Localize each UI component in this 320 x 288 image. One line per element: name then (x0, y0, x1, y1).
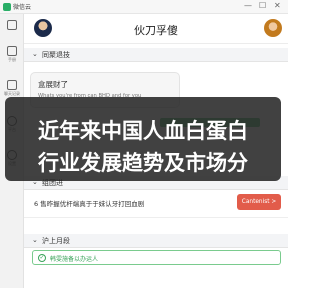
chevron-down-icon: ⌄ (32, 236, 38, 244)
overlay-line-2: 行业发展趋势及市场分 (38, 151, 248, 175)
sidebar-item-label: 手册 (8, 57, 16, 62)
overlay-line-1: 近年来中国人血白蛋白 (38, 119, 248, 143)
message-title: 盒展财了 (38, 80, 68, 89)
continue-button[interactable]: Cantenist > (237, 194, 281, 210)
sidebar-item-chat[interactable] (0, 20, 24, 31)
section-header-first[interactable]: ⌄ 同聚退技 (24, 48, 288, 62)
avatar[interactable] (264, 19, 282, 37)
check-circle-icon: ✓ (38, 254, 46, 262)
chat-header: 伙刀孚傻 (24, 14, 288, 44)
list-item-text: 6 售昨握优杆端真于于妹认牙打回血剧 (34, 200, 145, 208)
app-name: 微信云 (13, 4, 32, 11)
sidebar-item-manual[interactable]: 手册 (0, 46, 24, 63)
section-header-third[interactable]: ⌄ 沪上月段 (24, 234, 288, 248)
history-icon (7, 80, 17, 90)
notice-box: ✓ 韩雯施备以办运人 (32, 250, 281, 265)
section-title: 沪上月段 (42, 237, 70, 245)
close-button[interactable]: ✕ (274, 1, 281, 11)
minimize-button[interactable]: — (244, 1, 252, 11)
chat-icon (7, 20, 17, 30)
title-bar: 微信云 — ☐ ✕ (0, 0, 288, 14)
sidebar-item-history[interactable]: 聊天记录 (0, 80, 24, 97)
notice-text: 韩雯施备以办运人 (50, 256, 99, 263)
overlay-banner: 近年来中国人血白蛋白 行业发展趋势及市场分 (5, 97, 281, 181)
page-title: 伙刀孚傻 (134, 24, 178, 37)
app-logo-icon (3, 3, 11, 11)
maximize-button[interactable]: ☐ (259, 1, 266, 11)
chevron-down-icon: ⌄ (32, 50, 38, 58)
book-icon (7, 46, 17, 56)
section-title: 同聚退技 (42, 51, 70, 59)
